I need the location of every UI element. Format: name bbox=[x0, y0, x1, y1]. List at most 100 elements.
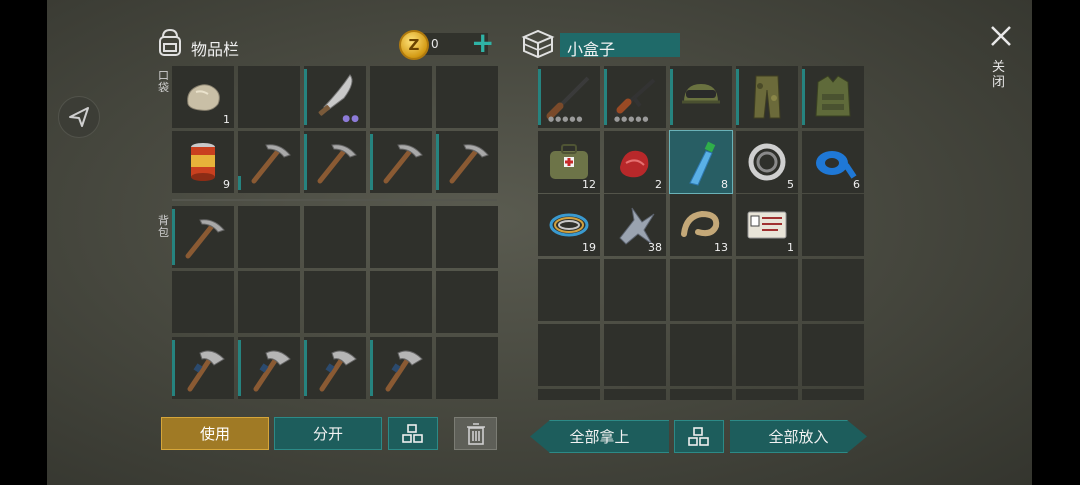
sort-inventory-button[interactable] bbox=[388, 417, 438, 450]
sort-container-button[interactable] bbox=[674, 420, 724, 453]
backpack-slot-empty[interactable] bbox=[370, 206, 432, 268]
helmet-icon bbox=[682, 84, 720, 104]
bearing-icon bbox=[748, 143, 786, 181]
durability-bar bbox=[670, 69, 673, 125]
container-slot-empty[interactable] bbox=[736, 324, 798, 386]
pickaxe-icon bbox=[251, 144, 291, 184]
container-slot-helmet[interactable] bbox=[670, 66, 732, 128]
container-slot-empty[interactable] bbox=[604, 259, 666, 321]
container-slot-empty[interactable] bbox=[670, 259, 732, 321]
durability-bar bbox=[172, 209, 175, 265]
container-slot-bearing[interactable]: 5 bbox=[736, 131, 798, 193]
hatchet-icon bbox=[187, 350, 225, 392]
durability-bar bbox=[802, 69, 805, 125]
backpack-slot-empty[interactable] bbox=[436, 271, 498, 333]
container-slot-medkit[interactable]: 12 bbox=[538, 131, 600, 193]
container-slot-empty[interactable] bbox=[670, 389, 732, 400]
container-slot-empty[interactable] bbox=[802, 324, 864, 386]
container-slot-tape[interactable]: 6 bbox=[802, 131, 864, 193]
add-coins-button[interactable]: + bbox=[471, 29, 494, 57]
item-count: 1 bbox=[787, 241, 794, 254]
container-slot-meat[interactable]: 2 bbox=[604, 131, 666, 193]
backpack-slot-empty[interactable] bbox=[436, 206, 498, 268]
durability-bar bbox=[736, 69, 739, 125]
backpack-slot-empty[interactable] bbox=[370, 271, 432, 333]
backpack-slot-empty[interactable] bbox=[238, 206, 300, 268]
inventory-slot-pickaxe[interactable] bbox=[304, 131, 366, 193]
backpack-slot-empty[interactable] bbox=[238, 271, 300, 333]
inventory-slot-stone[interactable]: 1 bbox=[172, 66, 234, 128]
container-slot-empty[interactable] bbox=[604, 324, 666, 386]
container-slot-empty[interactable] bbox=[538, 259, 600, 321]
trash-button[interactable] bbox=[454, 417, 497, 450]
container-slot-empty[interactable] bbox=[604, 389, 666, 400]
inventory-slot-pickaxe[interactable] bbox=[238, 131, 300, 193]
duct-tape-icon bbox=[816, 151, 857, 179]
pickaxe-icon bbox=[185, 219, 225, 259]
backpack-slot-hatchet[interactable] bbox=[238, 337, 300, 399]
inventory-slot-machete[interactable]: ●● bbox=[304, 66, 366, 128]
container-grid-clipped-row bbox=[538, 389, 864, 400]
quality-dots: ●● bbox=[342, 114, 360, 124]
item-count: 19 bbox=[582, 241, 596, 254]
inventory-title: 物品栏 bbox=[191, 40, 240, 59]
army-id-card-icon bbox=[747, 211, 787, 239]
inventory-slot-empty[interactable] bbox=[436, 66, 498, 128]
pickaxe-icon bbox=[449, 144, 489, 184]
container-slot-shotgun[interactable]: ●●●●● bbox=[538, 66, 600, 128]
item-count: 6 bbox=[853, 178, 860, 191]
backpack-slot-empty[interactable] bbox=[436, 337, 498, 399]
durability-pips: ●●●●● bbox=[614, 115, 650, 123]
take-all-button[interactable]: 全部拿上 bbox=[530, 420, 669, 453]
share-button[interactable] bbox=[58, 96, 100, 138]
container-slot-id-card[interactable]: 1 bbox=[736, 194, 798, 256]
sort-icon bbox=[688, 426, 709, 446]
container-slot-rope[interactable]: 13 bbox=[670, 194, 732, 256]
pockets-label: 口袋 bbox=[158, 69, 169, 94]
container-slot-empty[interactable] bbox=[736, 259, 798, 321]
backpack-label: 背包 bbox=[158, 214, 169, 239]
durability-bar bbox=[304, 134, 307, 190]
durability-bar bbox=[238, 176, 241, 190]
durability-bar bbox=[238, 340, 241, 396]
container-slot-scrap[interactable]: 38 bbox=[604, 194, 666, 256]
container-slot-empty[interactable] bbox=[538, 389, 600, 400]
container-slot-vest[interactable] bbox=[802, 66, 864, 128]
container-slot-pants[interactable] bbox=[736, 66, 798, 128]
trash-icon bbox=[466, 422, 485, 445]
backpack-slot-hatchet[interactable] bbox=[172, 337, 234, 399]
backpack-slot-hatchet[interactable] bbox=[370, 337, 432, 399]
container-slot-empty[interactable] bbox=[802, 389, 864, 400]
container-slot-water-bottle[interactable]: 8 bbox=[669, 130, 733, 194]
container-slot-empty[interactable] bbox=[802, 259, 864, 321]
container-slot-empty[interactable] bbox=[802, 194, 864, 256]
inventory-slot-pickaxe[interactable] bbox=[370, 131, 432, 193]
container-slot-rifle[interactable]: ●●●●● bbox=[604, 66, 666, 128]
inventory-slot-pickaxe[interactable] bbox=[436, 131, 498, 193]
container-slot-empty[interactable] bbox=[670, 324, 732, 386]
close-label[interactable]: 关闭 bbox=[992, 60, 1006, 90]
canned-food-icon bbox=[191, 143, 215, 181]
durability-bar bbox=[604, 69, 607, 125]
item-count: 38 bbox=[648, 241, 662, 254]
durability-bar bbox=[304, 340, 307, 396]
use-button[interactable]: 使用 bbox=[161, 417, 269, 450]
container-slot-empty[interactable] bbox=[736, 389, 798, 400]
close-icon[interactable] bbox=[989, 24, 1013, 48]
container-slot-wire[interactable]: 19 bbox=[538, 194, 600, 256]
item-count: 9 bbox=[223, 178, 230, 191]
container-name: 小盒子 bbox=[567, 40, 616, 59]
inventory-slot-empty[interactable] bbox=[238, 66, 300, 128]
backpack-slot-pickaxe[interactable] bbox=[172, 206, 234, 268]
backpack-slot-empty[interactable] bbox=[172, 271, 234, 333]
backpack-slot-empty[interactable] bbox=[304, 271, 366, 333]
split-button[interactable]: 分开 bbox=[274, 417, 382, 450]
durability-pips: ●●●●● bbox=[548, 115, 584, 123]
backpack-slot-hatchet[interactable] bbox=[304, 337, 366, 399]
container-slot-empty[interactable] bbox=[538, 324, 600, 386]
share-icon bbox=[69, 107, 89, 127]
inventory-slot-canned-food[interactable]: 9 bbox=[172, 131, 234, 193]
inventory-slot-empty[interactable] bbox=[370, 66, 432, 128]
put-all-button[interactable]: 全部放入 bbox=[730, 420, 867, 453]
backpack-slot-empty[interactable] bbox=[304, 206, 366, 268]
